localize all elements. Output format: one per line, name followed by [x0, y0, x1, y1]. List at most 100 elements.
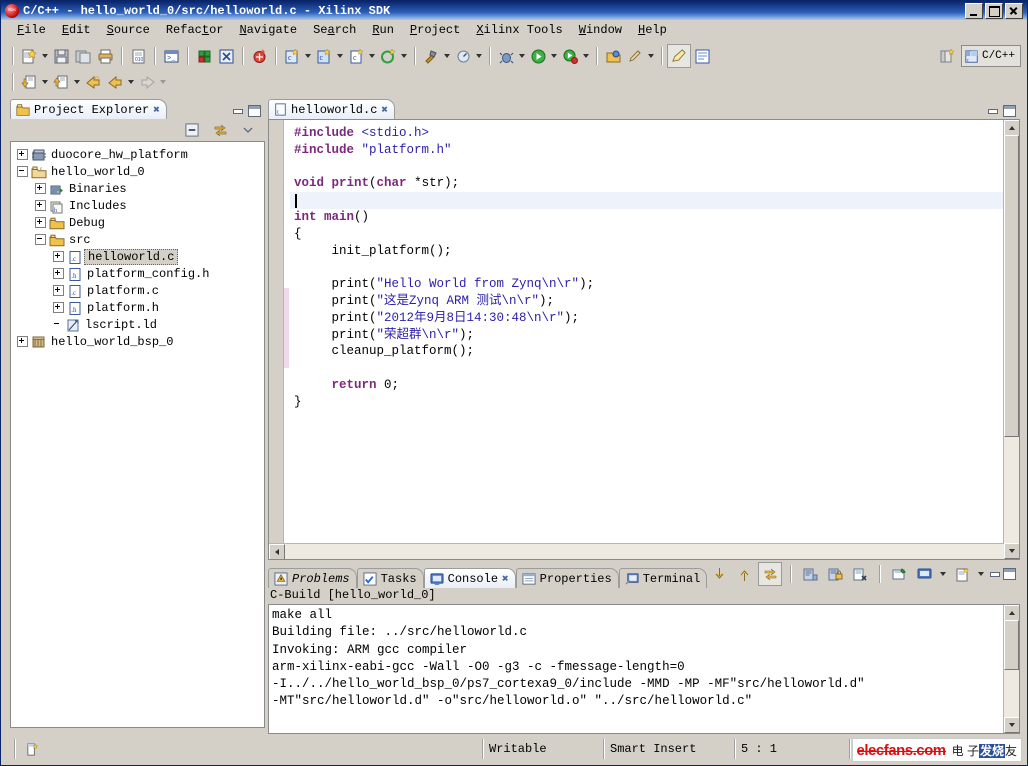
- new-cpp-dropdown[interactable]: [399, 45, 409, 67]
- new-c-source-icon[interactable]: c: [313, 45, 335, 67]
- pencil-dropdown[interactable]: [646, 45, 656, 67]
- back-dropdown[interactable]: [126, 71, 136, 93]
- tab-terminal[interactable]: Terminal: [619, 568, 708, 588]
- import-dropdown[interactable]: [72, 71, 82, 93]
- tree-item[interactable]: Debug: [11, 214, 264, 231]
- new-c-project-dropdown[interactable]: [303, 45, 313, 67]
- debug-dropdown[interactable]: [517, 45, 527, 67]
- tree-item[interactable]: hIncludes: [11, 197, 264, 214]
- menu-item-source[interactable]: Source: [99, 21, 158, 39]
- tree-item[interactable]: .hplatform.h: [11, 299, 264, 316]
- open-terminal-icon[interactable]: >_: [160, 45, 182, 67]
- new-c-source-dropdown[interactable]: [335, 45, 345, 67]
- open-type-icon[interactable]: [602, 45, 624, 67]
- new-wizard-dropdown[interactable]: [40, 45, 50, 67]
- build-hammer-icon[interactable]: [420, 45, 442, 67]
- new-c-project-icon[interactable]: c: [281, 45, 303, 67]
- tree-item[interactable]: chello_world_0: [11, 163, 264, 180]
- build-dropdown[interactable]: [442, 45, 452, 67]
- close-icon[interactable]: ✖: [381, 103, 388, 117]
- menu-item-help[interactable]: Help: [630, 21, 675, 39]
- expand-icon[interactable]: [17, 336, 28, 347]
- tree-item[interactable]: .cplatform.c: [11, 282, 264, 299]
- perspective-cpp-button[interactable]: c C/C++: [961, 45, 1021, 67]
- save-all-icon[interactable]: [72, 45, 94, 67]
- remove-console-icon[interactable]: [849, 563, 871, 585]
- console-output-area[interactable]: make allBuilding file: ../src/helloworld…: [268, 604, 1020, 734]
- forward-dropdown[interactable]: [158, 71, 168, 93]
- profile-dropdown[interactable]: [581, 45, 591, 67]
- tab-helloworld-c[interactable]: c helloworld.c ✖: [268, 99, 395, 119]
- scroll-up-button[interactable]: [1004, 605, 1020, 621]
- export-dropdown[interactable]: [40, 71, 50, 93]
- menu-item-navigate[interactable]: Navigate: [231, 21, 305, 39]
- expand-icon[interactable]: [53, 268, 64, 279]
- menu-item-search[interactable]: Search: [305, 21, 364, 39]
- tab-project-explorer[interactable]: Project Explorer ✖: [10, 99, 167, 119]
- project-tree[interactable]: duocore_hw_platformchello_world_0Binarie…: [10, 141, 265, 728]
- editor-icon[interactable]: [667, 44, 691, 68]
- lock-console-icon[interactable]: [824, 563, 846, 585]
- wrap-icon[interactable]: [758, 562, 782, 586]
- menu-item-refactor[interactable]: Refactor: [158, 21, 232, 39]
- tree-item[interactable]: .chelloworld.c: [11, 248, 264, 265]
- tree-item[interactable]: lscript.ld: [11, 316, 264, 333]
- minimize-view-icon[interactable]: [232, 107, 243, 116]
- close-icon[interactable]: ✖: [153, 103, 160, 117]
- tab-properties[interactable]: Properties: [516, 568, 619, 588]
- collapse-all-icon[interactable]: [181, 119, 203, 141]
- external-tools-icon[interactable]: [452, 45, 474, 67]
- expand-icon[interactable]: [53, 285, 64, 296]
- open-console-dropdown[interactable]: [976, 563, 986, 585]
- expand-icon[interactable]: [35, 217, 46, 228]
- open-perspective-icon[interactable]: [937, 45, 959, 67]
- console-vertical-scrollbar[interactable]: [1003, 605, 1019, 733]
- run-dropdown[interactable]: [549, 45, 559, 67]
- collapse-icon[interactable]: [17, 166, 28, 177]
- close-button[interactable]: [1005, 3, 1023, 19]
- back-arrow-icon[interactable]: [104, 71, 126, 93]
- minimize-view-icon[interactable]: [989, 570, 1000, 579]
- pin-console-icon[interactable]: [888, 563, 910, 585]
- menu-item-xilinx-tools[interactable]: Xilinx Tools: [468, 21, 570, 39]
- expand-icon[interactable]: [17, 149, 28, 160]
- display-console-dropdown[interactable]: [938, 563, 948, 585]
- build-indicator-icon[interactable]: [21, 738, 43, 760]
- scroll-thumb[interactable]: [1004, 620, 1019, 670]
- tree-item[interactable]: Binaries: [11, 180, 264, 197]
- editor-horizontal-scrollbar[interactable]: [269, 543, 1004, 559]
- scroll-down-button[interactable]: [1004, 543, 1020, 559]
- outline-icon[interactable]: [691, 45, 713, 67]
- maximize-view-icon[interactable]: [1003, 105, 1016, 117]
- code-editor[interactable]: #include <stdio.h>#include "platform.h" …: [268, 119, 1020, 560]
- new-class-icon[interactable]: c: [345, 45, 367, 67]
- clear-console-icon[interactable]: [799, 563, 821, 585]
- tab-tasks[interactable]: Tasks: [357, 568, 424, 588]
- save-icon[interactable]: [50, 45, 72, 67]
- tab-console[interactable]: Console✖: [424, 568, 516, 588]
- scroll-thumb[interactable]: [1004, 135, 1019, 437]
- forward-arrow-icon[interactable]: [136, 71, 158, 93]
- pencil-icon[interactable]: [624, 45, 646, 67]
- code-text[interactable]: #include <stdio.h>#include "platform.h" …: [290, 120, 1003, 543]
- print-icon[interactable]: [94, 45, 116, 67]
- scroll-up-button[interactable]: [1004, 120, 1020, 136]
- collapse-icon[interactable]: [35, 234, 46, 245]
- new-class-dropdown[interactable]: [367, 45, 377, 67]
- scroll-left-button[interactable]: [269, 544, 285, 560]
- expand-icon[interactable]: [35, 200, 46, 211]
- profile-icon[interactable]: [559, 45, 581, 67]
- tree-item[interactable]: src: [11, 231, 264, 248]
- export-icon[interactable]: [18, 71, 40, 93]
- run-icon[interactable]: [527, 45, 549, 67]
- xps-icon[interactable]: [215, 45, 237, 67]
- new-wizard-icon[interactable]: [18, 45, 40, 67]
- maximize-view-icon[interactable]: [1003, 568, 1016, 580]
- maximize-button[interactable]: [985, 3, 1003, 19]
- menu-item-edit[interactable]: Edit: [54, 21, 99, 39]
- open-console-icon[interactable]: [951, 563, 973, 585]
- menu-item-run[interactable]: Run: [364, 21, 402, 39]
- tree-item[interactable]: .hplatform_config.h: [11, 265, 264, 282]
- import-icon[interactable]: [50, 71, 72, 93]
- external-tools-dropdown[interactable]: [474, 45, 484, 67]
